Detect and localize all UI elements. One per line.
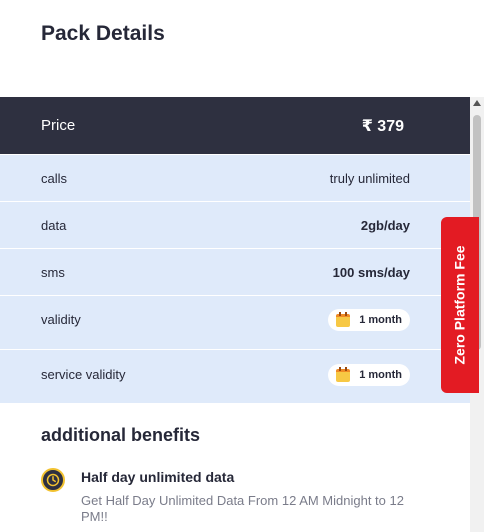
pack-details-page: Pack Details Price ₹ 379 calls truly unl… xyxy=(0,0,484,532)
row-service-validity: service validity 1 month xyxy=(0,349,470,403)
service-validity-badge: 1 month xyxy=(328,364,410,386)
row-label: sms xyxy=(41,264,65,280)
benefit-description: Get Half Day Unlimited Data From 12 AM M… xyxy=(81,493,404,524)
row-value: 100 sms/day xyxy=(332,264,410,280)
row-label: service validity xyxy=(41,367,126,382)
page-title: Pack Details xyxy=(41,22,165,45)
validity-badge: 1 month xyxy=(328,309,410,331)
row-validity: validity 1 month xyxy=(0,295,470,349)
price-value: ₹ 379 xyxy=(361,117,404,135)
row-sms: sms 100 sms/day xyxy=(0,248,470,295)
price-row: Price ₹ 379 xyxy=(0,97,470,154)
calendar-icon xyxy=(336,311,351,327)
badge-value: 1 month xyxy=(359,369,402,381)
clock-icon xyxy=(41,468,65,492)
zero-platform-fee-tab[interactable]: Zero Platform Fee xyxy=(441,217,479,393)
badge-value: 1 month xyxy=(359,314,402,326)
pack-details-table: Price ₹ 379 calls truly unlimited data 2… xyxy=(0,97,470,403)
price-label: Price xyxy=(41,117,76,134)
row-calls: calls truly unlimited xyxy=(0,154,470,201)
row-value: truly unlimited xyxy=(329,170,410,186)
zero-platform-fee-label: Zero Platform Fee xyxy=(452,245,468,365)
row-label: data xyxy=(41,217,67,233)
row-label: validity xyxy=(41,312,81,327)
row-data: data 2gb/day xyxy=(0,201,470,248)
benefits-title: additional benefits xyxy=(41,425,201,445)
benefit-title: Half day unlimited data xyxy=(81,469,235,485)
scroll-up-arrow-icon[interactable] xyxy=(473,100,481,106)
calendar-icon xyxy=(336,366,351,382)
row-label: calls xyxy=(41,170,68,186)
row-value: 2gb/day xyxy=(360,217,410,233)
